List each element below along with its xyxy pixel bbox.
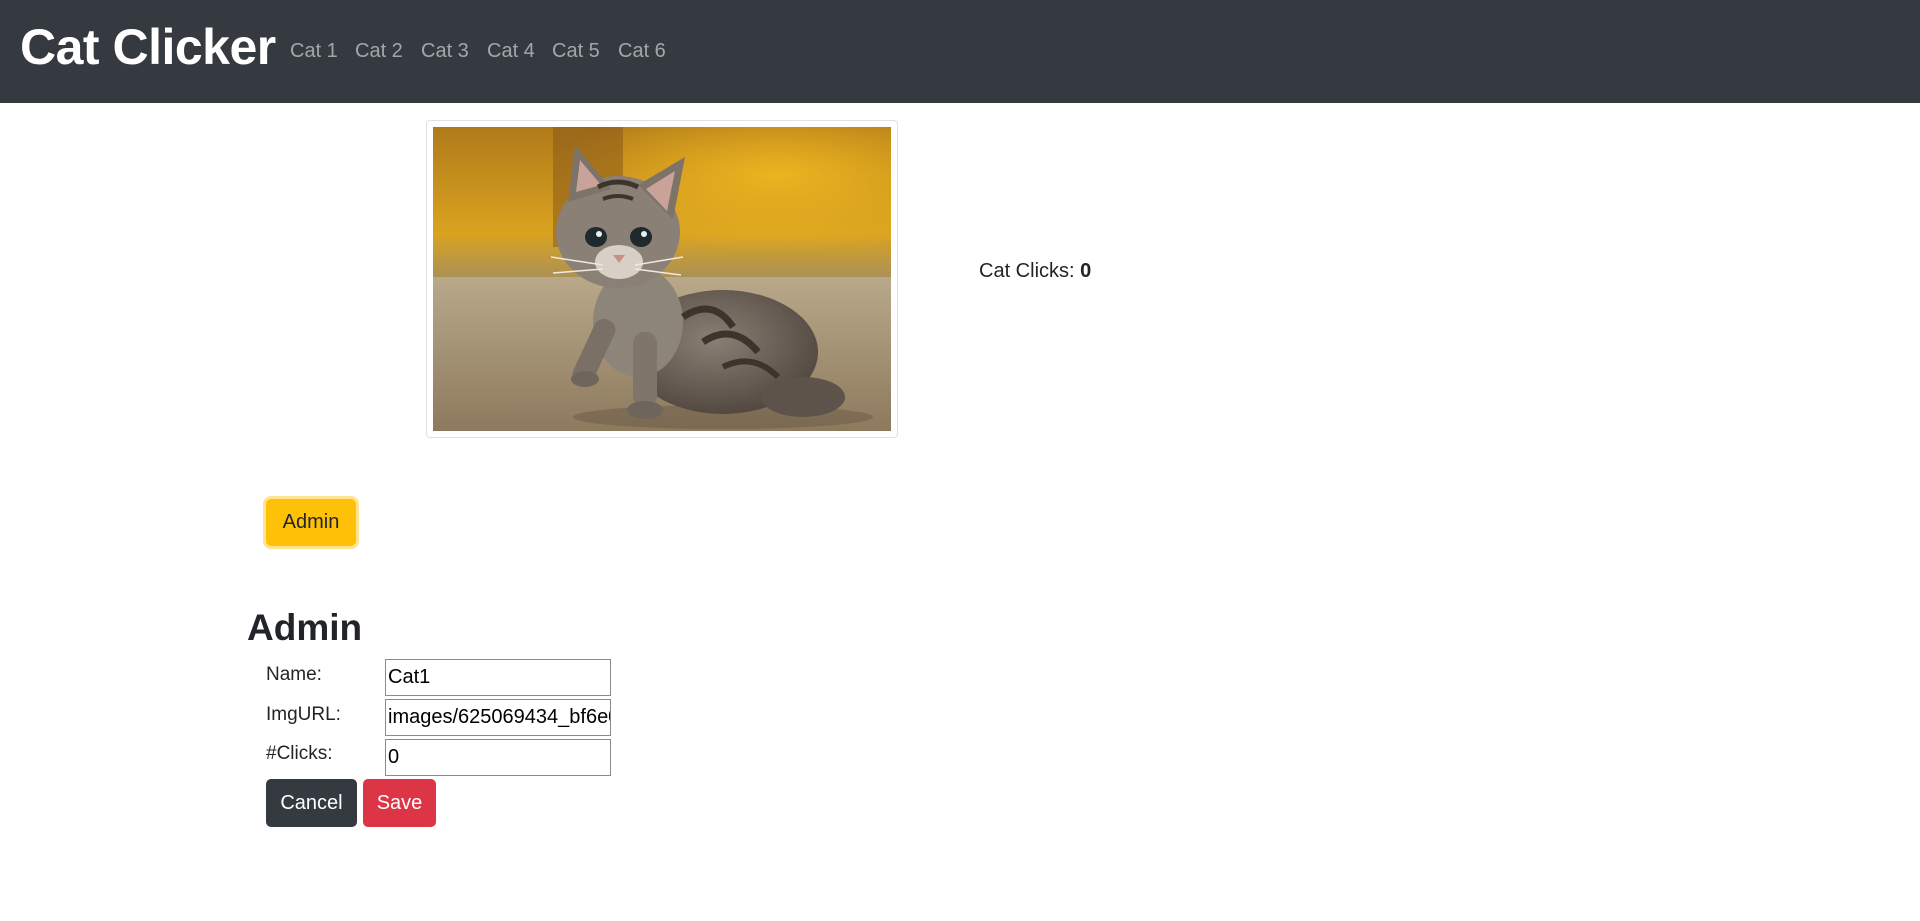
name-label: Name: xyxy=(266,664,322,685)
imgurl-label: ImgURL: xyxy=(266,704,341,725)
nav-item-cat-6[interactable]: Cat 6 xyxy=(618,39,666,63)
cat-image-frame xyxy=(426,120,898,438)
nav-item-cat-3[interactable]: Cat 3 xyxy=(421,39,469,63)
nav-item-cat-5[interactable]: Cat 5 xyxy=(552,39,600,63)
save-button[interactable]: Save xyxy=(363,779,436,827)
brand-title[interactable]: Cat Clicker xyxy=(20,17,276,77)
cancel-button[interactable]: Cancel xyxy=(266,779,357,827)
kitten-illustration[interactable] xyxy=(433,127,891,431)
name-field[interactable]: Cat1 xyxy=(385,659,611,696)
clicks-field[interactable]: 0 xyxy=(385,739,611,776)
cat-clicks-value: 0 xyxy=(1080,260,1092,282)
cat-image[interactable] xyxy=(433,127,891,431)
cat-clicks-label: Cat Clicks: xyxy=(979,260,1075,282)
admin-panel-title: Admin xyxy=(247,607,363,648)
clicks-label: #Clicks: xyxy=(266,743,333,764)
imgurl-field[interactable]: images/625069434_bf6e0 xyxy=(385,699,611,736)
navbar: Cat Clicker Cat 1 Cat 2 Cat 3 Cat 4 Cat … xyxy=(0,0,1920,103)
cat-clicks-counter: Cat Clicks: 0 xyxy=(979,259,1091,283)
nav-item-cat-4[interactable]: Cat 4 xyxy=(487,39,535,63)
admin-button[interactable]: Admin xyxy=(266,499,356,546)
nav-item-cat-1[interactable]: Cat 1 xyxy=(290,39,338,63)
nav-item-cat-2[interactable]: Cat 2 xyxy=(355,39,403,63)
